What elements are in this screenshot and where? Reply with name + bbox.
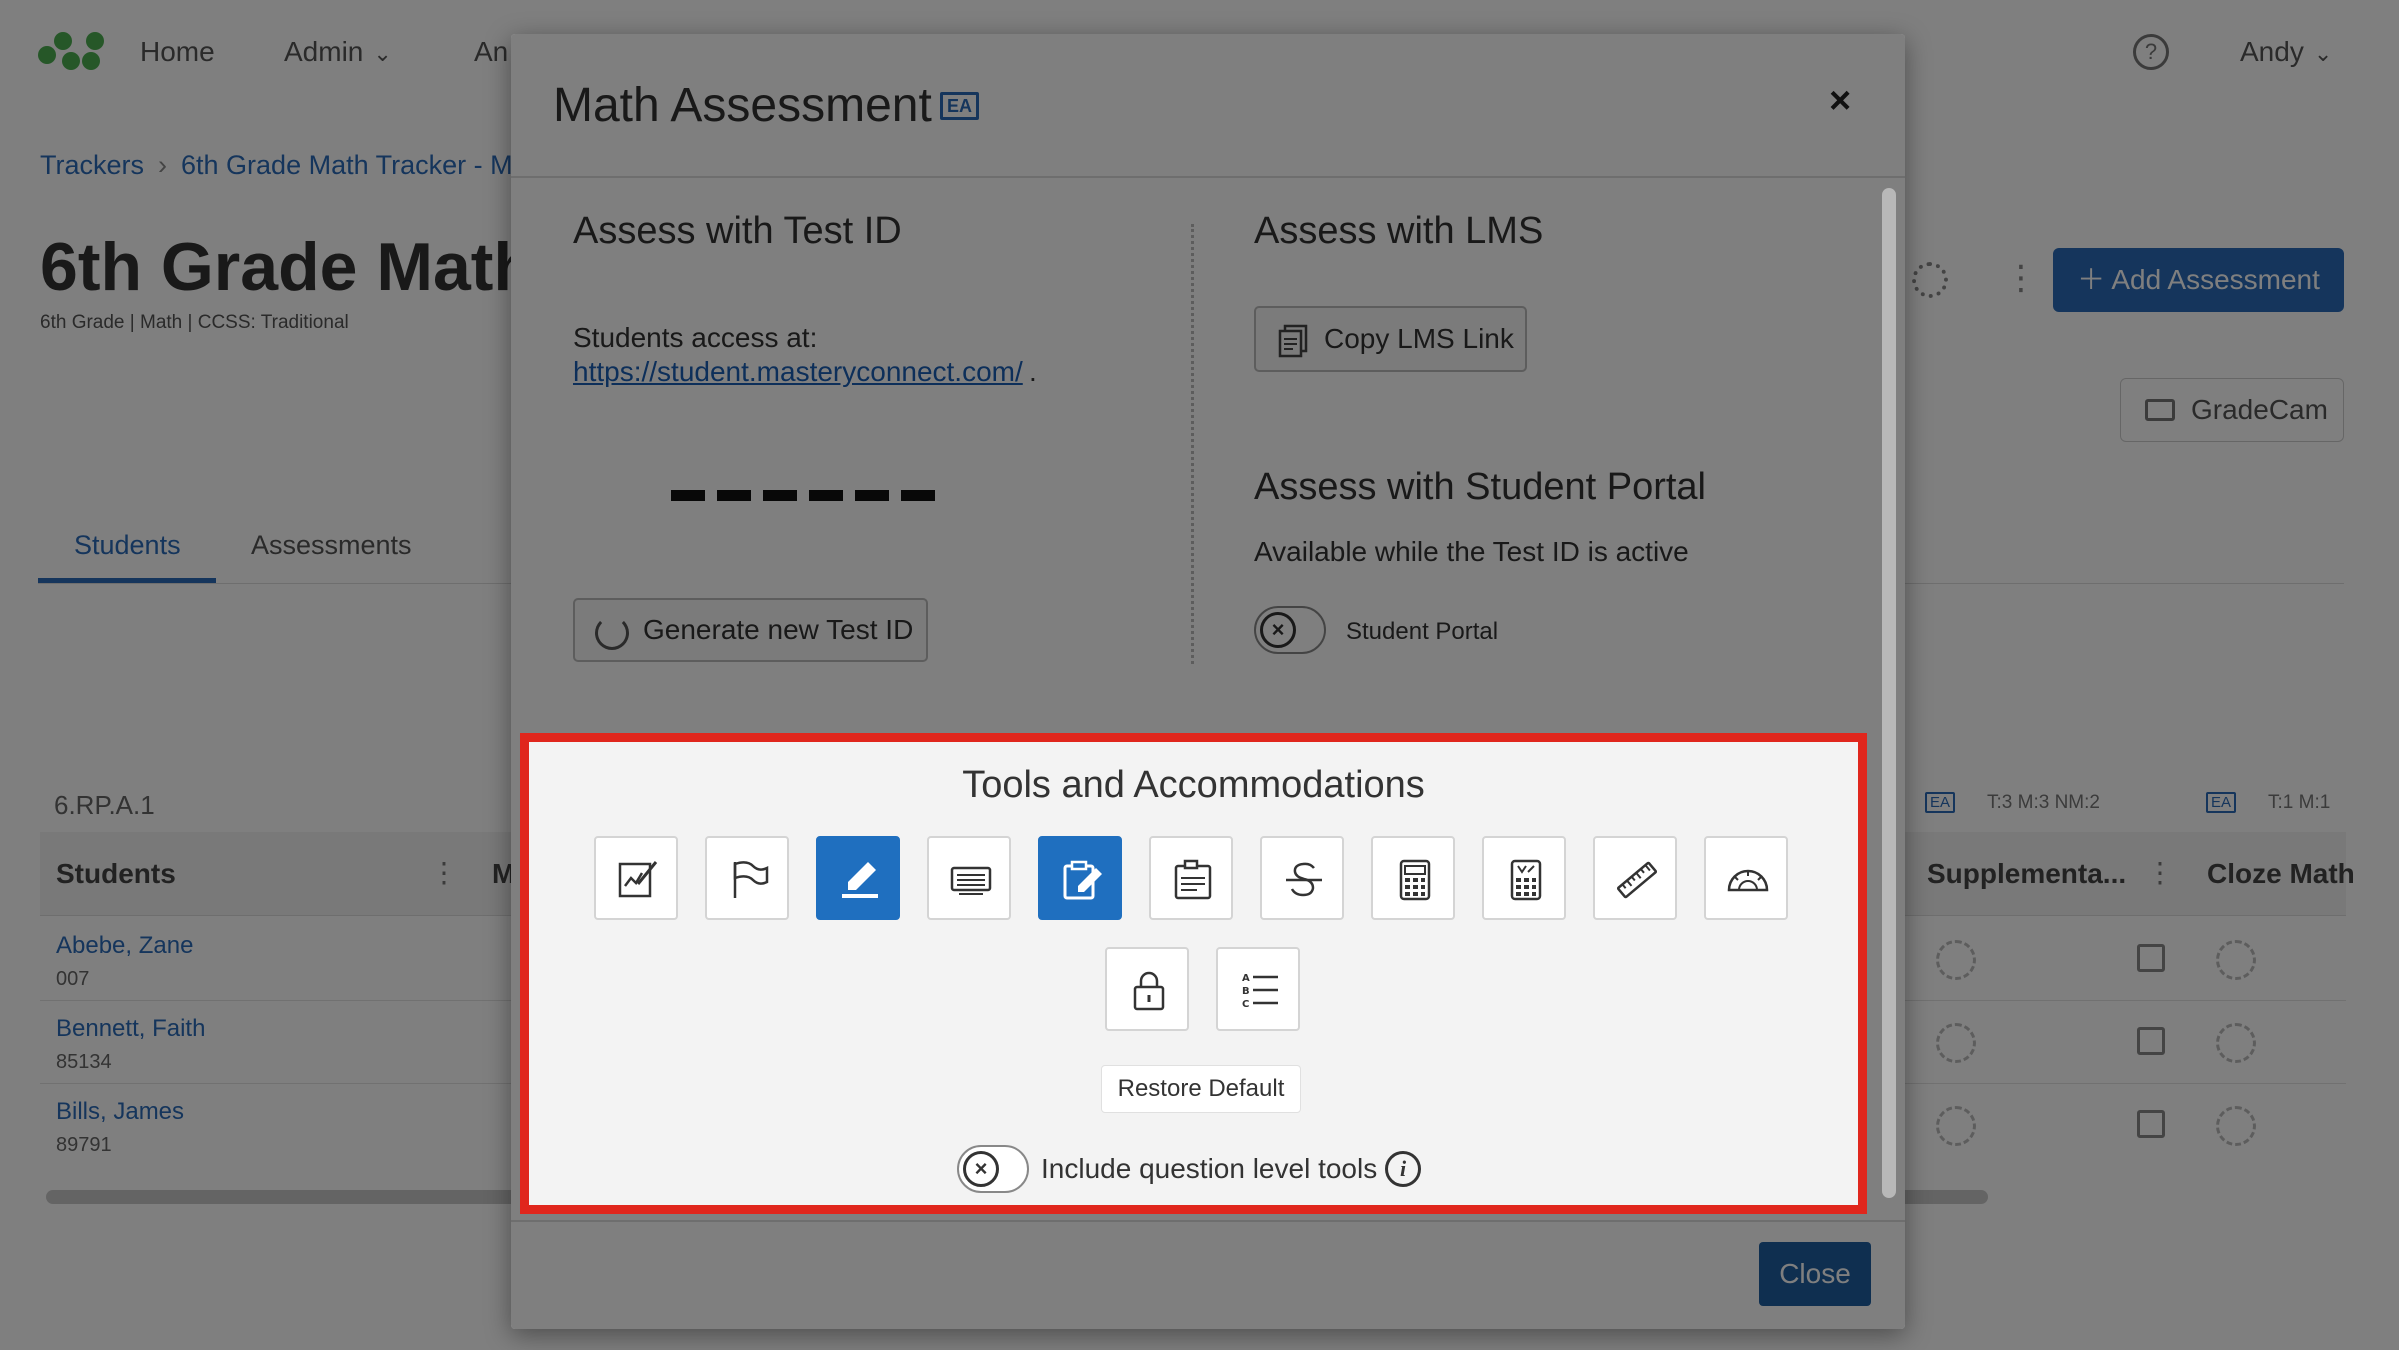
access-label: Students access at: xyxy=(573,322,818,353)
lms-heading: Assess with LMS xyxy=(1254,210,1544,252)
ruler-icon xyxy=(1616,861,1658,899)
ea-badge: EA xyxy=(940,92,980,120)
abc-list-icon: A B C xyxy=(1242,973,1278,1010)
modal-footer xyxy=(511,1220,1905,1329)
test-id-placeholder xyxy=(901,490,935,501)
close-button[interactable]: Close xyxy=(1759,1242,1871,1306)
tool-strikethrough-button[interactable] xyxy=(1260,836,1344,920)
question-level-tools-label: Include question level tools xyxy=(1041,1153,1378,1184)
protractor-icon xyxy=(1727,869,1769,892)
test-id-placeholder xyxy=(671,490,705,501)
student-portal-subtext: Available while the Test ID is active xyxy=(1254,536,1689,567)
tool-flag-button[interactable] xyxy=(705,836,789,920)
tool-abc-list-button[interactable]: A B C xyxy=(1216,947,1300,1031)
student-access-link[interactable]: https://student.masteryconnect.com/ xyxy=(573,356,1023,388)
student-portal-toggle[interactable]: × xyxy=(1254,606,1326,654)
restore-default-button[interactable]: Restore Default xyxy=(1101,1065,1301,1113)
generate-test-id-button[interactable]: Generate new Test ID xyxy=(573,598,928,662)
tool-notes-button[interactable] xyxy=(1038,836,1122,920)
test-id-placeholder xyxy=(809,490,843,501)
tool-protractor-button[interactable] xyxy=(1704,836,1788,920)
tools-heading: Tools and Accommodations xyxy=(962,764,1425,806)
tool-basic-calculator-button[interactable] xyxy=(1371,836,1455,920)
test-id-section: Assess with Test ID Students access at: … xyxy=(573,210,1193,662)
tool-line-reader-button[interactable] xyxy=(927,836,1011,920)
close-icon[interactable]: × xyxy=(1829,80,1851,123)
access-link-suffix: . xyxy=(1029,356,1037,387)
lms-section: Assess with LMS Copy LMS Link Assess wit… xyxy=(1254,210,1854,654)
modal-title: Math Assessment xyxy=(553,79,932,132)
test-id-placeholder xyxy=(763,490,797,501)
toggle-off-icon: × xyxy=(1260,612,1296,648)
flag-icon xyxy=(733,861,769,898)
notepad-edit-icon xyxy=(618,861,658,898)
tool-clipboard-button[interactable] xyxy=(1149,836,1233,920)
tools-accommodations-panel: Tools and Accommodations A B C Restore D… xyxy=(520,733,1867,1214)
test-id-placeholder xyxy=(717,490,751,501)
clipboard-icon xyxy=(1174,859,1212,900)
generate-test-id-label: Generate new Test ID xyxy=(643,614,914,645)
svg-text:A: A xyxy=(1242,973,1250,984)
tool-highlighter-button[interactable] xyxy=(816,836,900,920)
info-icon[interactable]: i xyxy=(1385,1151,1421,1187)
highlighter-icon xyxy=(842,862,878,898)
copy-lms-link-button[interactable]: Copy LMS Link xyxy=(1254,306,1527,372)
tool-ruler-button[interactable] xyxy=(1593,836,1677,920)
question-level-tools-toggle[interactable]: × xyxy=(957,1145,1029,1193)
student-portal-heading: Assess with Student Portal xyxy=(1254,466,1706,508)
modal-scrollbar[interactable] xyxy=(1882,188,1896,1198)
strikethrough-icon xyxy=(1286,862,1322,897)
basic-calculator-icon xyxy=(1399,859,1431,901)
notes-icon xyxy=(1063,860,1102,900)
line-reader-icon xyxy=(950,866,992,895)
svg-text:B: B xyxy=(1242,986,1250,997)
lock-icon xyxy=(1133,971,1165,1011)
copy-icon xyxy=(1278,324,1308,358)
scientific-calculator-icon xyxy=(1510,859,1542,901)
tool-lock-button[interactable] xyxy=(1105,947,1189,1031)
test-id-heading: Assess with Test ID xyxy=(573,210,902,252)
student-portal-label: Student Portal xyxy=(1346,618,1499,645)
test-id-placeholder xyxy=(855,490,889,501)
tool-scientific-calculator-button[interactable] xyxy=(1482,836,1566,920)
copy-lms-link-label: Copy LMS Link xyxy=(1324,323,1514,354)
toggle-off-icon: × xyxy=(963,1151,999,1187)
column-divider xyxy=(1191,224,1194,664)
svg-text:C: C xyxy=(1242,999,1249,1010)
refresh-icon xyxy=(595,616,629,650)
modal-header: Math Assessment EA × xyxy=(511,34,1905,178)
tool-notepad-button[interactable] xyxy=(594,836,678,920)
